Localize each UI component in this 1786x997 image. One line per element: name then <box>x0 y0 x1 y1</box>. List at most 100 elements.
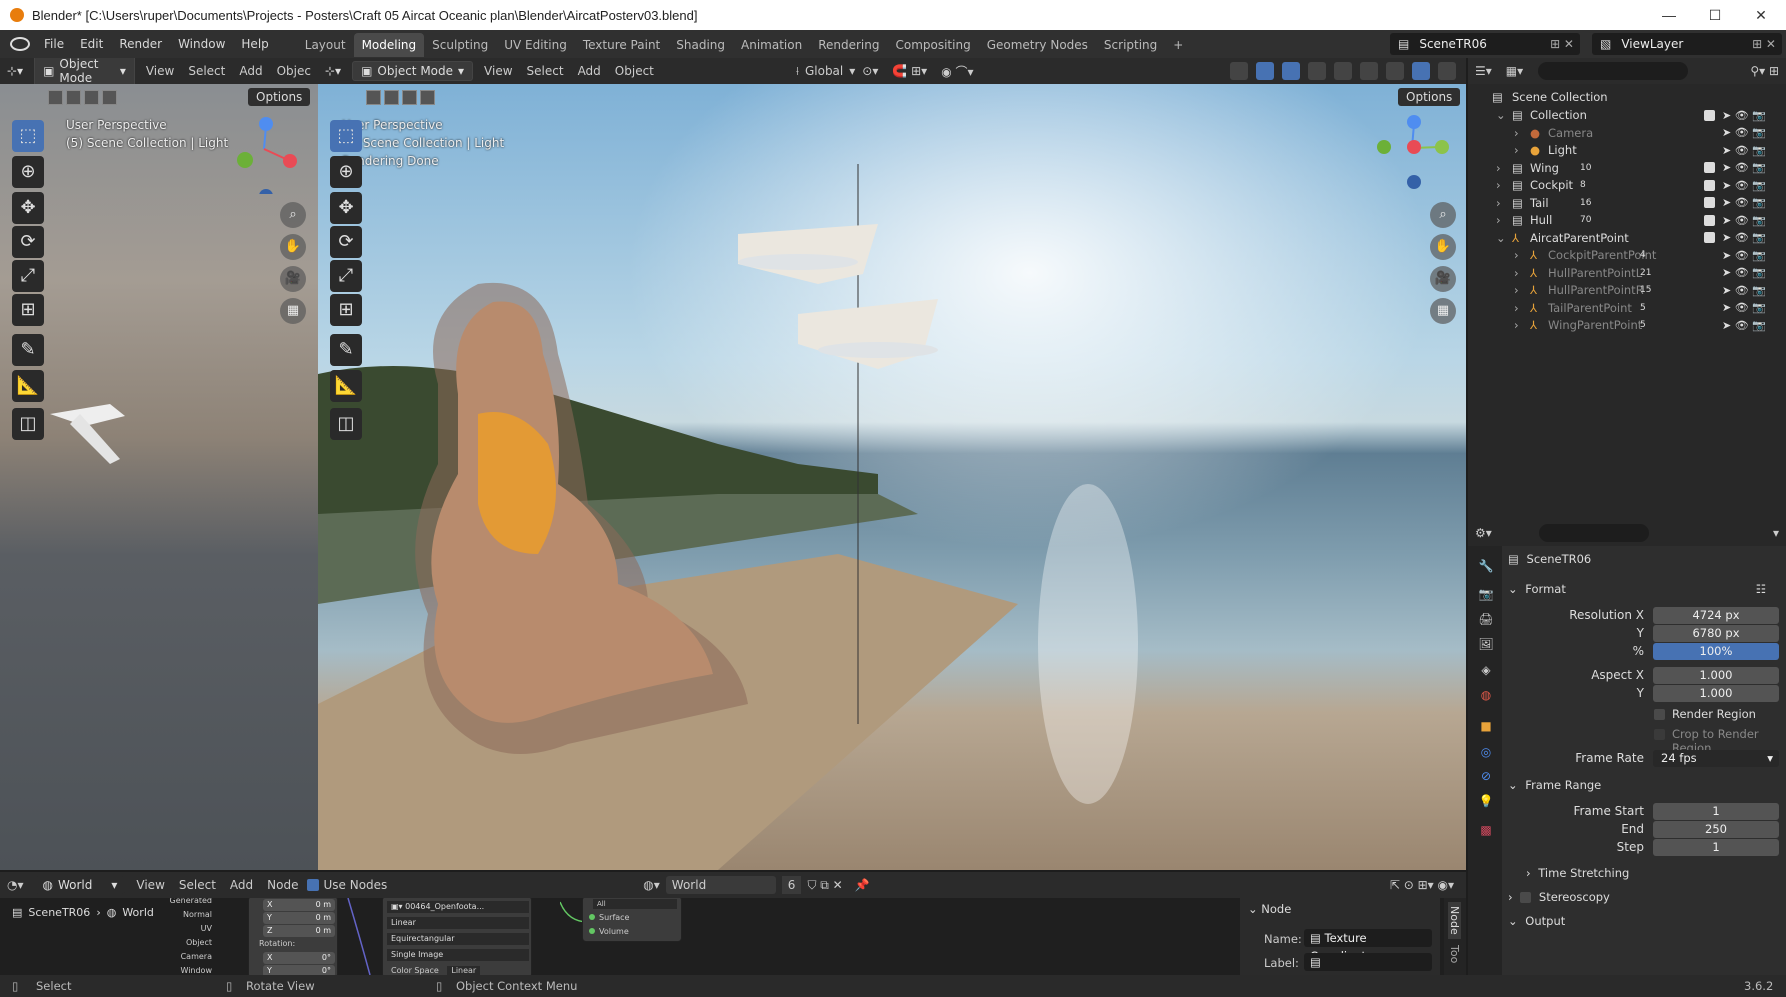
menu-window[interactable]: Window <box>170 30 233 58</box>
mapping-x-field[interactable]: X 0 m <box>263 899 335 911</box>
world-tab-icon[interactable]: ◍ <box>1478 687 1494 703</box>
blender-menu-icon[interactable] <box>10 37 30 51</box>
main-add-cube-tool[interactable]: ◫ <box>330 408 362 440</box>
expand-arrow-icon[interactable]: › <box>1496 161 1501 175</box>
transform-tool[interactable]: ⊞ <box>12 294 44 326</box>
outliner-row-cockpitparentpoint[interactable]: › ⅄ CockpitParentPoint 4 ➤ 👁 📷 <box>1468 246 1786 264</box>
editor-type-icon[interactable]: ⊹▾ <box>0 64 30 78</box>
transform-orientation-dropdown[interactable]: ⟊ Global ▾ <box>796 64 855 79</box>
node-menu-view[interactable]: View <box>129 878 171 892</box>
expand-arrow-icon[interactable]: › <box>1514 301 1519 315</box>
main-menu-view[interactable]: View <box>477 64 519 78</box>
texture-tab-icon[interactable]: ▩ <box>1478 822 1494 838</box>
physics-tab-icon[interactable]: ◎ <box>1478 744 1494 760</box>
move-tool[interactable]: ✥ <box>12 192 44 224</box>
expand-arrow-icon[interactable]: › <box>1514 283 1519 297</box>
scale-tool[interactable]: ⤢ <box>12 260 44 292</box>
view-layer-tab-icon[interactable]: 🖼 <box>1478 636 1494 652</box>
main-scale-tool[interactable]: ⤢ <box>330 260 362 292</box>
tab-compositing[interactable]: Compositing <box>887 33 978 57</box>
object-tab-icon[interactable]: ■ <box>1478 718 1494 734</box>
main-perspective-grid-icon[interactable]: ▦ <box>1430 298 1456 324</box>
scene-selector[interactable]: ▤ SceneTR06 ⊞ ✕ <box>1390 33 1580 55</box>
tab-rendering[interactable]: Rendering <box>810 33 887 57</box>
child-count-badge[interactable]: 21 <box>1640 268 1651 278</box>
main-move-tool[interactable]: ✥ <box>330 192 362 224</box>
stereoscopy-panel[interactable]: › Stereoscopy <box>1508 886 1778 908</box>
breadcrumb-scene[interactable]: SceneTR06 <box>28 906 90 919</box>
resolution-pct-field[interactable]: 100% <box>1653 643 1779 660</box>
main-select-box-tool[interactable]: ⬚ <box>330 120 362 152</box>
outliner-row-hullparentpointl[interactable]: › ⅄ HullParentPointL 21 ➤ 👁 📷 <box>1468 264 1786 282</box>
expand-arrow-icon[interactable]: › <box>1514 126 1519 140</box>
fake-user-icon[interactable]: ⛉ ⧉ ✕ <box>807 878 842 893</box>
visibility-toggles-icon[interactable]: ➤ 👁 📷 <box>1722 109 1766 122</box>
gizmo-toggle-icon[interactable] <box>1256 62 1274 80</box>
constraints-tab-icon[interactable]: ⊘ <box>1478 768 1494 784</box>
main-mode-dropdown[interactable]: ▣ Object Mode ▾ <box>352 61 474 81</box>
visibility-toggles-icon[interactable]: ➤ 👁 📷 <box>1722 231 1766 244</box>
node-editor-type-icon[interactable]: ◔▾ <box>0 878 31 892</box>
shader-type-dropdown[interactable]: ◍ World ▾ <box>34 876 126 894</box>
main-measure-tool[interactable]: 📐 <box>330 370 362 402</box>
menu-file[interactable]: File <box>36 30 72 58</box>
scene-tab-icon[interactable]: ◈ <box>1478 662 1494 678</box>
format-panel-header[interactable]: ⌄ Format ☷ <box>1508 578 1778 600</box>
exclude-checkbox[interactable] <box>1704 197 1715 208</box>
filter-icon[interactable]: ⚲▾ ⊞ <box>1743 64 1786 78</box>
solid-shading-icon[interactable] <box>1360 62 1378 80</box>
exclude-checkbox[interactable] <box>1704 162 1715 173</box>
world-users-count[interactable]: 6 <box>781 876 802 894</box>
main-viewport[interactable]: ⊹▾ ▣ Object Mode ▾ View Select Add Object… <box>318 58 1466 870</box>
output-panel[interactable]: ⌄ Output <box>1508 910 1778 932</box>
cursor-tool[interactable]: ⊕ <box>12 156 44 188</box>
visibility-toggles-icon[interactable]: ➤ 👁 📷 <box>1722 144 1766 157</box>
left-menu-view[interactable]: View <box>139 64 181 78</box>
render-region-checkbox[interactable] <box>1654 709 1665 720</box>
image-selector[interactable]: ▣▾ 00464_Openfoota... <box>387 901 529 913</box>
tool-tab-icon[interactable]: 🔧 <box>1478 558 1494 574</box>
child-count-badge[interactable]: 16 <box>1580 198 1591 208</box>
exclude-checkbox[interactable] <box>1704 179 1715 191</box>
outliner-row-cockpit[interactable]: › ▤ Cockpit 8 ➤ 👁 📷 <box>1468 176 1786 194</box>
tex-coord-node[interactable]: Generated Normal UV Object Camera Window <box>150 898 212 975</box>
output-tab-icon[interactable]: 🖨 <box>1478 611 1494 627</box>
visibility-toggles-icon[interactable]: ➤ 👁 📷 <box>1722 214 1766 227</box>
wireframe-shading-icon[interactable] <box>1334 62 1352 80</box>
volume-socket-icon[interactable] <box>589 928 595 934</box>
projection-dropdown[interactable]: Equirectangular <box>387 933 529 945</box>
pan-hand-icon[interactable]: ✋ <box>280 234 306 260</box>
maximize-button[interactable]: ☐ <box>1692 0 1738 30</box>
child-count-badge[interactable]: 10 <box>1580 163 1591 173</box>
crop-checkbox[interactable] <box>1654 729 1665 740</box>
mapping-z-field[interactable]: Z 0 m <box>263 925 335 937</box>
overlay-toggle-icon[interactable] <box>1282 62 1300 80</box>
viewlayer-selector[interactable]: ▧ ViewLayer ⊞ ✕ <box>1592 33 1782 55</box>
pause-render-icon[interactable] <box>1438 62 1456 80</box>
visibility-toggles-icon[interactable]: ➤ 👁 📷 <box>1722 301 1766 314</box>
use-nodes-toggle[interactable]: Use Nodes <box>307 878 387 892</box>
time-stretching-panel[interactable]: › Time Stretching <box>1526 862 1776 884</box>
interpolation-dropdown[interactable]: Linear <box>387 917 529 929</box>
stereoscopy-checkbox[interactable] <box>1520 892 1532 903</box>
expand-arrow-icon[interactable]: › <box>1514 248 1519 262</box>
tab-geometry-nodes[interactable]: Geometry Nodes <box>979 33 1096 57</box>
outliner-row-hullparentpointr[interactable]: › ⅄ HullParentPointR 15 ➤ 👁 📷 <box>1468 281 1786 299</box>
expand-arrow-icon[interactable]: › <box>1514 143 1519 157</box>
frame-start-field[interactable]: 1 <box>1653 803 1779 820</box>
node-tab[interactable]: Node <box>1448 902 1461 939</box>
main-options-button[interactable]: Options <box>1398 88 1461 106</box>
visibility-toggles-icon[interactable]: ➤ 👁 📷 <box>1722 161 1766 174</box>
color-space-row[interactable]: Color Space Linear <box>387 965 529 975</box>
main-rotate-tool[interactable]: ⟳ <box>330 226 362 258</box>
main-cursor-tool[interactable]: ⊕ <box>330 156 362 188</box>
xray-icon[interactable] <box>1308 62 1326 80</box>
select-box-tool[interactable]: ⬚ <box>12 120 44 152</box>
visibility-toggles-icon[interactable]: ➤ 👁 📷 <box>1722 284 1766 297</box>
aspect-y-field[interactable]: 1.000 <box>1653 685 1779 702</box>
exclude-checkbox[interactable] <box>1704 109 1715 121</box>
menu-render[interactable]: Render <box>111 30 170 58</box>
child-count-badge[interactable]: 4 <box>1640 250 1646 260</box>
node-overlay-icons[interactable]: ⇱ ⊙ ⊞▾ ◉▾ <box>1390 878 1466 892</box>
node-menu-add[interactable]: Add <box>223 878 260 892</box>
